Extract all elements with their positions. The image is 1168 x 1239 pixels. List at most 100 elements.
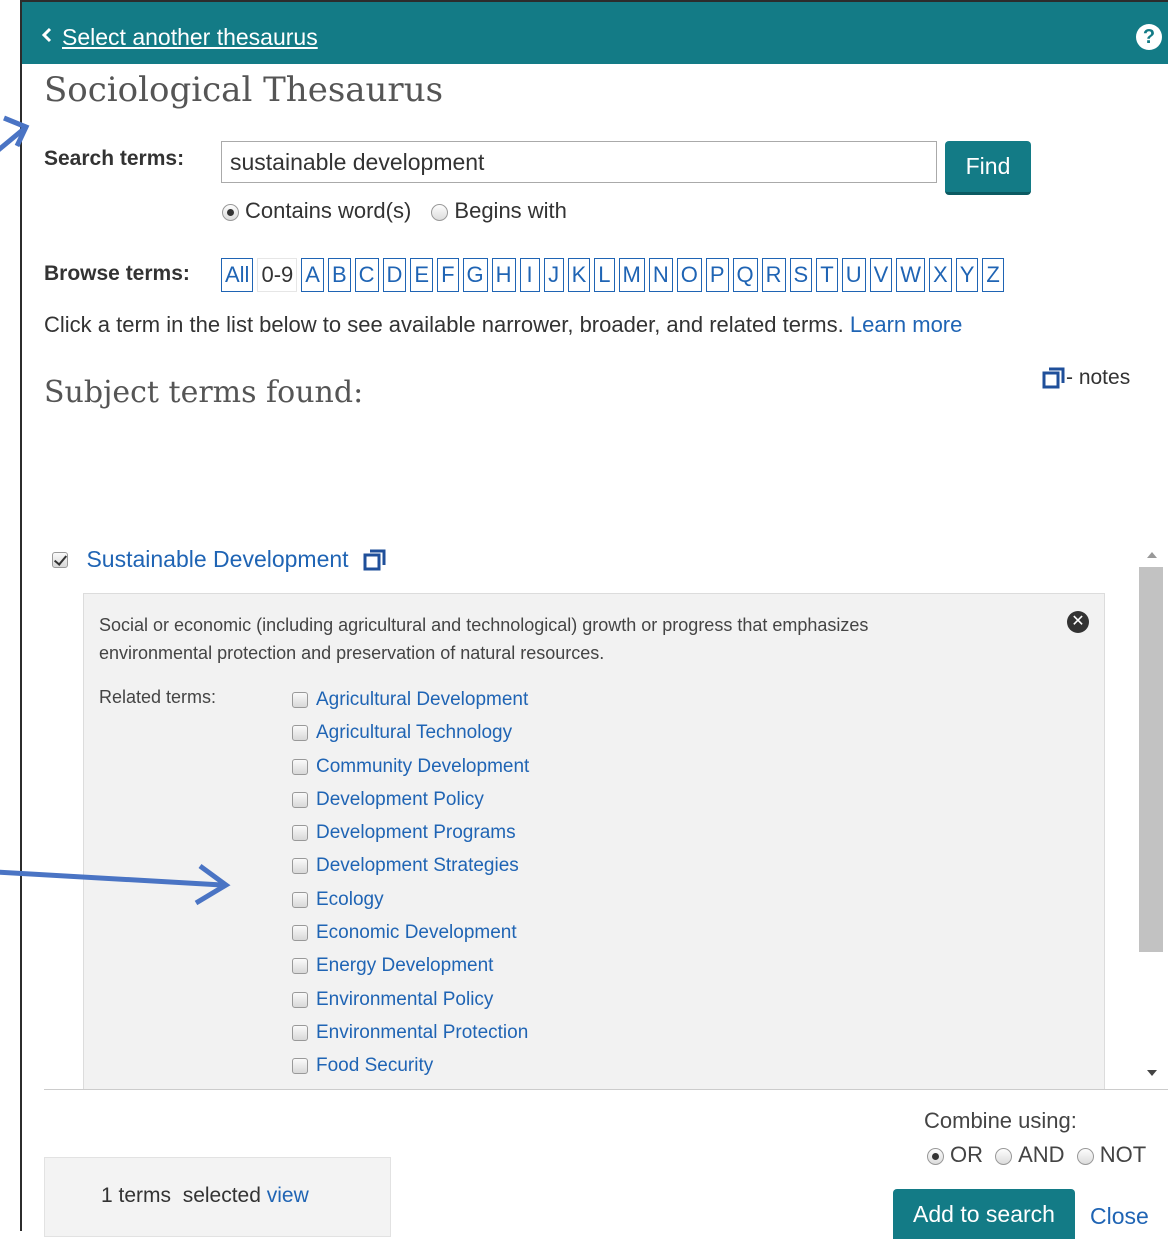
browse-letter[interactable]: A (301, 258, 324, 292)
browse-letter[interactable]: U (841, 258, 866, 292)
select-another-thesaurus-link[interactable]: Select another thesaurus (42, 24, 318, 51)
combine-not-label: NOT (1099, 1142, 1147, 1167)
begins-with-radio[interactable] (431, 203, 449, 221)
combine-and-radio[interactable] (995, 1147, 1013, 1165)
related-term-link[interactable]: Energy Development (316, 955, 493, 976)
selected-terms-box: 1 terms selected view (44, 1157, 391, 1237)
find-button[interactable]: Find (945, 141, 1031, 195)
combine-and-label: AND (1018, 1142, 1065, 1167)
add-to-search-button[interactable]: Add to search (893, 1189, 1075, 1239)
view-selected-link[interactable]: view (267, 1184, 309, 1207)
combine-or-option[interactable]: OR (927, 1142, 983, 1168)
browse-letter[interactable]: X (929, 258, 952, 292)
browse-letters: All 0-9 A B C D E F G H I J K L M N O P … (221, 258, 1004, 292)
combine-or-radio[interactable] (927, 1147, 944, 1165)
browse-letter[interactable]: P (705, 258, 729, 292)
related-term-checkbox[interactable] (292, 825, 308, 842)
contains-words-label: Contains word(s) (245, 198, 412, 223)
related-term-checkbox[interactable] (292, 1089, 308, 1090)
close-link[interactable]: Close (1090, 1203, 1149, 1230)
related-term-checkbox[interactable] (292, 858, 308, 875)
related-term-link[interactable]: Development Policy (316, 789, 484, 810)
subject-terms-heading: Subject terms found: (44, 375, 364, 410)
related-term-link[interactable]: Community Development (316, 756, 529, 777)
combine-not-radio[interactable] (1076, 1147, 1094, 1165)
learn-more-link[interactable]: Learn more (850, 312, 963, 337)
browse-letter[interactable]: K (567, 258, 591, 292)
scroll-down-icon[interactable] (1147, 1070, 1157, 1076)
term-notes-panel: Social or economic (including agricultur… (83, 593, 1105, 1090)
browse-letter[interactable]: N (648, 258, 673, 292)
contains-words-option[interactable]: Contains word(s) (222, 198, 411, 224)
browse-letter[interactable]: 0-9 (257, 258, 298, 292)
list-item: Development Programs (292, 822, 529, 855)
scroll-up-icon[interactable] (1147, 552, 1157, 558)
browse-letter[interactable]: L (594, 258, 615, 292)
close-icon[interactable]: ✕ (1067, 611, 1089, 633)
browse-letter[interactable]: H (491, 258, 516, 292)
browse-letter[interactable]: Y (955, 258, 979, 292)
browse-letter[interactable]: D (382, 258, 407, 292)
related-term-link[interactable]: Agricultural Development (316, 689, 528, 710)
related-term-link[interactable]: Environmental Policy (316, 989, 493, 1010)
related-term-checkbox[interactable] (292, 758, 308, 775)
related-term-checkbox[interactable] (292, 791, 308, 808)
browse-letter[interactable]: V (869, 258, 893, 292)
list-item: Energy Development (292, 955, 529, 988)
combine-and-option[interactable]: AND (995, 1142, 1065, 1168)
browse-letter[interactable]: E (410, 258, 434, 292)
list-item: Agricultural Technology (292, 722, 529, 755)
browse-letter[interactable]: J (543, 258, 564, 292)
related-term-checkbox[interactable] (292, 891, 308, 908)
list-item: Environmental Policy (292, 989, 529, 1022)
related-term-checkbox[interactable] (292, 958, 308, 975)
related-term-link[interactable]: Development Programs (316, 822, 516, 843)
browse-letter[interactable]: All (221, 258, 254, 292)
browse-terms-label: Browse terms: (44, 262, 190, 285)
browse-letter[interactable]: T (816, 258, 838, 292)
browse-letter[interactable]: R (761, 258, 786, 292)
related-term-link[interactable]: Agricultural Technology (316, 722, 512, 743)
related-terms-label: Related terms: (99, 687, 217, 707)
begins-with-option[interactable]: Begins with (431, 198, 567, 224)
related-term-checkbox[interactable] (292, 1058, 308, 1075)
browse-letter[interactable]: I (519, 258, 540, 292)
chevron-left-icon (42, 27, 52, 43)
browse-letter[interactable]: M (618, 258, 645, 292)
notes-icon[interactable] (363, 548, 387, 572)
list-item: Agricultural Development (292, 689, 529, 722)
browse-letter[interactable]: S (789, 258, 813, 292)
help-icon[interactable]: ? (1136, 24, 1162, 50)
browse-letter[interactable]: W (896, 258, 926, 292)
related-term-link[interactable]: Economic Development (316, 922, 517, 943)
term-checkbox[interactable] (52, 551, 68, 568)
scroll-thumb[interactable] (1139, 567, 1163, 952)
browse-letter[interactable]: C (354, 258, 379, 292)
term-row-sustainable-development: Sustainable Development (52, 546, 387, 573)
browse-letter[interactable]: O (676, 258, 702, 292)
browse-letter[interactable]: G (462, 258, 488, 292)
related-term-link[interactable]: Ecology (316, 889, 384, 910)
related-term-checkbox[interactable] (292, 991, 308, 1008)
combine-not-option[interactable]: NOT (1076, 1142, 1147, 1168)
browse-letter[interactable]: B (327, 258, 351, 292)
back-link-label: Select another thesaurus (62, 24, 318, 50)
related-term-link[interactable]: Food Security (316, 1055, 433, 1076)
combine-options: OR AND NOT (927, 1142, 1152, 1168)
list-scrollbar[interactable] (1139, 540, 1168, 1089)
browse-letter[interactable]: F (437, 258, 459, 292)
related-term-checkbox[interactable] (292, 725, 308, 742)
notes-legend: - notes (1042, 366, 1130, 390)
contains-words-radio[interactable] (222, 203, 239, 221)
begins-with-label: Begins with (454, 198, 567, 223)
related-term-link[interactable]: Development Strategies (316, 855, 519, 876)
search-input[interactable] (221, 141, 937, 183)
related-term-link[interactable]: Environmental Protection (316, 1022, 528, 1043)
term-link[interactable]: Sustainable Development (86, 546, 348, 572)
selected-count: 1 (101, 1184, 113, 1207)
browse-letter[interactable]: Q (732, 258, 758, 292)
related-term-checkbox[interactable] (292, 692, 308, 708)
browse-letter[interactable]: Z (982, 258, 1004, 292)
related-term-checkbox[interactable] (292, 925, 308, 942)
related-term-checkbox[interactable] (292, 1024, 308, 1041)
